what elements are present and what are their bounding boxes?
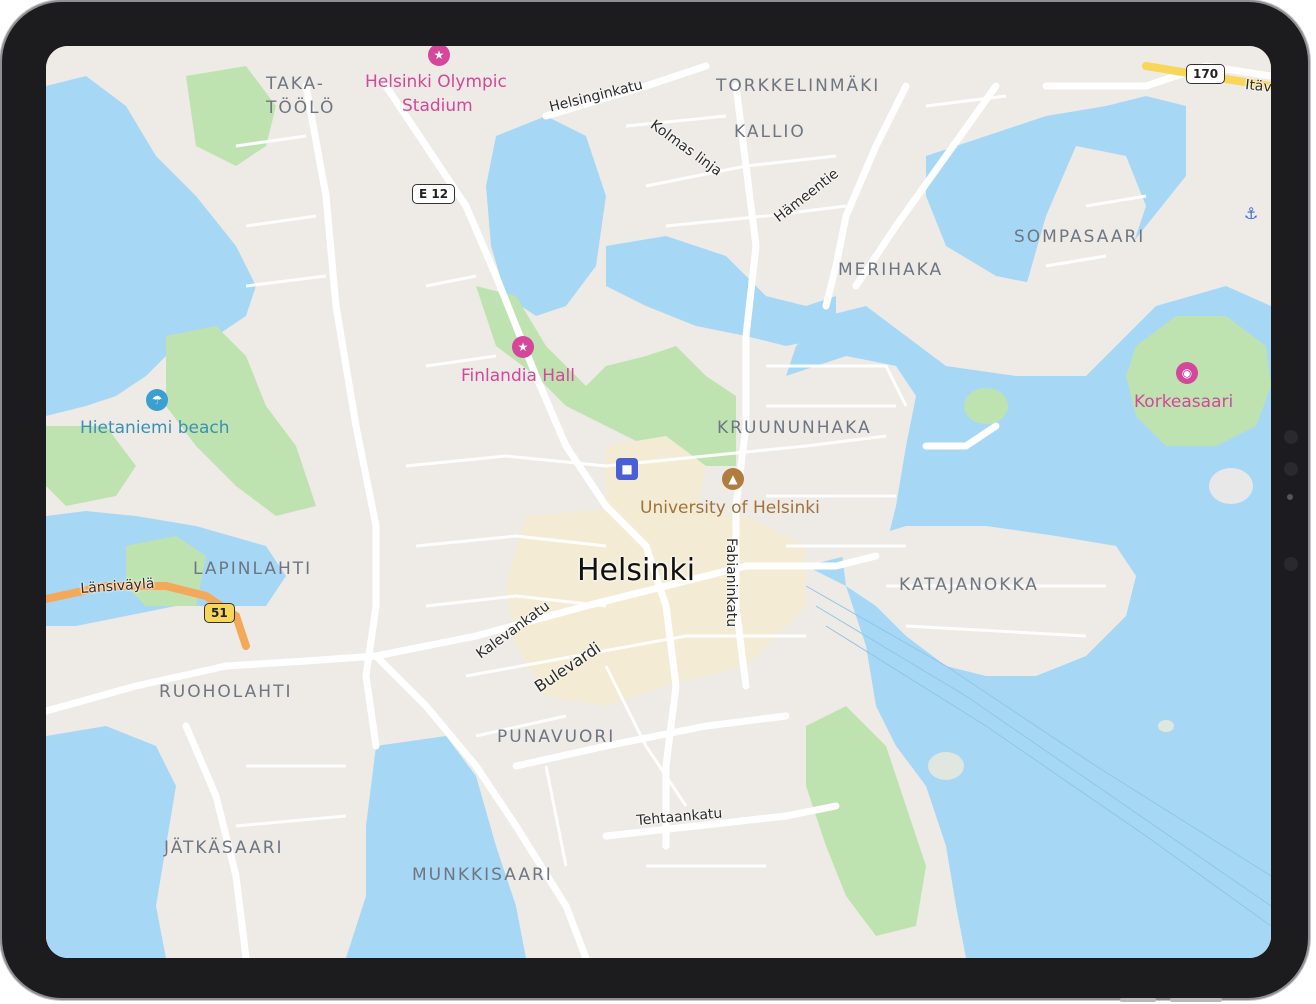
street-label: Itäv: [1244, 77, 1271, 96]
street-label: Fabianinkatu: [723, 538, 739, 628]
bottom-edge-button: [1120, 998, 1156, 1002]
side-button: [1287, 494, 1293, 500]
poi-label-finlandia-hall[interactable]: Finlandia Hall: [461, 368, 575, 385]
district-label: KATAJANOKKA: [899, 575, 1039, 595]
boat-icon: ⚓: [1244, 204, 1259, 223]
poi-label-university[interactable]: University of Helsinki: [640, 500, 820, 517]
poi-label-korkeasaari[interactable]: Korkeasaari: [1134, 394, 1233, 411]
district-label: RUOHOLAHTI: [159, 682, 293, 702]
theater-icon[interactable]: ★: [512, 336, 534, 358]
poi-label-olympic-stadium[interactable]: Helsinki Olympic: [365, 74, 507, 91]
district-label: LAPINLAHTI: [193, 559, 313, 579]
bottom-edge-button: [1170, 998, 1222, 1002]
road-shield-170: 170: [1186, 64, 1226, 84]
road-shield-e12: E 12: [412, 184, 456, 204]
district-label: JÄTKÄSAARI: [164, 838, 284, 858]
district-label: TAKA-: [266, 74, 325, 94]
umbrella-icon[interactable]: ☂: [146, 389, 168, 411]
poi-label-olympic-stadium[interactable]: Stadium: [402, 98, 473, 115]
camera-icon[interactable]: ◉: [1176, 362, 1198, 384]
poi-label-hietaniemi-beach[interactable]: Hietaniemi beach: [80, 420, 229, 437]
district-label: TÖÖLÖ: [266, 98, 336, 118]
district-label: MUNKKISAARI: [412, 865, 553, 885]
road-shield-51: 51: [204, 603, 235, 623]
district-label: MERIHAKA: [838, 260, 944, 280]
side-button: [1284, 430, 1298, 444]
city-label[interactable]: Helsinki: [577, 556, 695, 586]
district-label: KALLIO: [734, 122, 806, 142]
tablet-frame: TAKA- TÖÖLÖ TORKKELINMÄKI KALLIO SOMPASA…: [2, 2, 1308, 998]
side-button: [1284, 462, 1298, 476]
graduation-cap-icon[interactable]: ▲: [722, 468, 744, 490]
district-label: KRUUNUNHAKA: [717, 418, 872, 438]
map-view[interactable]: TAKA- TÖÖLÖ TORKKELINMÄKI KALLIO SOMPASA…: [46, 46, 1271, 958]
train-icon[interactable]: ■: [616, 458, 638, 480]
district-label: TORKKELINMÄKI: [716, 76, 881, 96]
district-label: SOMPASAARI: [1014, 227, 1146, 247]
district-label: PUNAVUORI: [497, 727, 616, 747]
side-button: [1284, 557, 1298, 571]
